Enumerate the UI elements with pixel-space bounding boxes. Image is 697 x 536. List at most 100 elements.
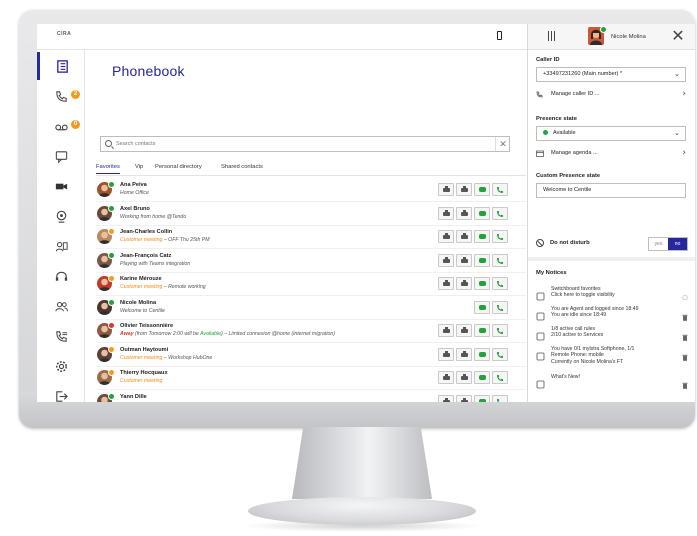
chat-button[interactable] xyxy=(474,206,490,220)
call-button[interactable] xyxy=(492,347,508,361)
contact-card-icon xyxy=(55,241,68,251)
tab-vip[interactable]: Vip xyxy=(135,164,143,170)
manage-agenda-link[interactable]: Manage agenda ... › xyxy=(536,148,688,161)
caller-id-select[interactable]: +33497231260 (Main number) * ⌄ xyxy=(536,67,686,82)
transfer-button[interactable] xyxy=(456,206,472,220)
chat-button[interactable] xyxy=(474,371,490,384)
trash-icon[interactable] xyxy=(682,376,688,389)
custom-presence-input[interactable]: Welcome to Centile xyxy=(536,183,686,198)
transfer-button[interactable] xyxy=(456,394,472,402)
notice-item[interactable]: What's New! xyxy=(536,374,688,396)
call-button[interactable] xyxy=(492,183,508,196)
phone-icon xyxy=(497,328,503,334)
notice-item[interactable]: 1/8 active call rules 2/10 active to Ser… xyxy=(536,326,688,348)
nav-support[interactable] xyxy=(37,262,85,290)
table-row[interactable]: Jean-François Catz Playing with Teams int… xyxy=(96,251,526,273)
table-row[interactable]: Jean-Charles Collin Customer meeting – OF… xyxy=(96,227,526,249)
dnd-no-option[interactable]: no xyxy=(668,238,687,250)
chat-button[interactable] xyxy=(474,394,490,402)
transfer-button[interactable] xyxy=(456,253,472,267)
table-row[interactable]: Yann Dille xyxy=(96,392,526,402)
trash-icon[interactable] xyxy=(682,348,688,361)
contact-name: Thierry Hocquaux xyxy=(120,370,168,376)
call-button[interactable] xyxy=(492,394,508,402)
transfer-button[interactable] xyxy=(456,230,472,243)
chat-button[interactable] xyxy=(474,300,490,314)
transfer-button[interactable] xyxy=(438,347,454,361)
transfer-button[interactable] xyxy=(438,371,454,384)
table-row[interactable]: Outman Haytoumi Customer meeting – Worksh… xyxy=(96,345,526,367)
transfer-button[interactable] xyxy=(456,277,472,290)
status-segment: – Remote working xyxy=(162,284,206,290)
toggle-icon[interactable] xyxy=(682,288,688,301)
table-row[interactable]: Axel Bruno Working from home @Tendo xyxy=(96,204,526,226)
tab-favorites[interactable]: Favorites xyxy=(96,164,120,174)
notice-text: What's New! xyxy=(551,374,580,380)
nav-calls[interactable]: 2 xyxy=(37,82,85,110)
tab-shared-contacts[interactable]: Shared contacts xyxy=(221,164,263,170)
manage-caller-id-link[interactable]: Manage caller ID ... › xyxy=(536,89,688,102)
dnd-yes-option[interactable]: yes xyxy=(649,238,668,250)
contact-name: Jean-François Catz xyxy=(120,252,172,259)
table-row[interactable]: Nicole Molina Welcome to Centile xyxy=(96,298,526,320)
transfer-button[interactable] xyxy=(456,324,472,337)
nav-voicemail[interactable]: 0 xyxy=(37,112,85,140)
call-button[interactable] xyxy=(492,230,508,243)
chat-button[interactable] xyxy=(474,183,490,196)
presence-select[interactable]: Available ⌄ xyxy=(536,126,686,141)
nav-settings[interactable] xyxy=(37,352,85,380)
table-row[interactable]: Karine Mérouze Customer meeting – Remote … xyxy=(96,274,526,296)
chat-button[interactable] xyxy=(474,347,490,361)
nav-messages[interactable] xyxy=(37,142,85,170)
transfer-button[interactable] xyxy=(438,253,454,267)
close-panel-button[interactable]: ✕ xyxy=(668,26,688,46)
call-button[interactable] xyxy=(492,253,508,267)
call-button[interactable] xyxy=(492,277,508,290)
transfer-button[interactable] xyxy=(438,183,454,196)
transfer-button[interactable] xyxy=(438,230,454,243)
chevron-right-icon: › xyxy=(682,89,686,99)
chat-button[interactable] xyxy=(474,324,490,337)
clear-search-button[interactable]: ✕ xyxy=(495,137,510,151)
nav-video[interactable] xyxy=(37,172,85,200)
dialpad-icon[interactable] xyxy=(548,31,556,41)
transfer-button[interactable] xyxy=(438,277,454,290)
transfer-button[interactable] xyxy=(438,394,454,402)
nav-logout[interactable] xyxy=(37,382,85,402)
call-button[interactable] xyxy=(492,300,508,314)
trash-icon[interactable] xyxy=(682,308,688,321)
call-button[interactable] xyxy=(492,371,508,384)
table-row[interactable]: Ana Peiva Home Office xyxy=(96,180,526,202)
nav-groups[interactable] xyxy=(37,292,85,320)
phone-device-icon[interactable] xyxy=(497,31,502,40)
notice-item[interactable]: Switchboard favorites Click here to togg… xyxy=(536,286,688,308)
notice-item[interactable]: You have 0/1 mylstra Softphone, 1/1 Remo… xyxy=(536,346,688,368)
search-input[interactable] xyxy=(116,138,436,150)
nav-contacts[interactable] xyxy=(37,232,85,260)
chat-button[interactable] xyxy=(474,230,490,243)
chat-button[interactable] xyxy=(474,253,490,267)
do-not-disturb-toggle[interactable]: yes no xyxy=(648,237,688,251)
transfer-button[interactable] xyxy=(438,206,454,220)
app-screen: CIRA 2 0 Phonebook Search contacts ✕ Fav… xyxy=(37,24,695,402)
transfer-button[interactable] xyxy=(456,371,472,384)
tab-personal-directory[interactable]: Personal directory xyxy=(155,164,202,170)
transfer-button[interactable] xyxy=(456,347,472,361)
phone-icon xyxy=(497,234,503,240)
call-button[interactable] xyxy=(492,206,508,220)
table-row[interactable]: Thierry Hocquaux Customer meeting xyxy=(96,368,526,390)
nav-webcam[interactable] xyxy=(37,202,85,230)
notices-label: My Notices xyxy=(536,270,567,276)
nav-call-forwarding[interactable] xyxy=(37,322,85,350)
contact-actions xyxy=(438,347,508,362)
contact-status-text: Customer meeting – Workshop HubOne xyxy=(120,355,212,361)
transfer-button[interactable] xyxy=(456,183,472,196)
phone-icon xyxy=(497,281,503,287)
chat-button[interactable] xyxy=(474,277,490,290)
table-row[interactable]: Olivier Teissonnière Away (from Tomorrow … xyxy=(96,321,526,343)
transfer-button[interactable] xyxy=(438,324,454,337)
nav-phonebook[interactable] xyxy=(37,52,85,80)
trash-icon[interactable] xyxy=(682,328,688,341)
call-button[interactable] xyxy=(492,324,508,337)
notice-item[interactable]: You are Agent and logged since 18:49 You… xyxy=(536,306,688,328)
